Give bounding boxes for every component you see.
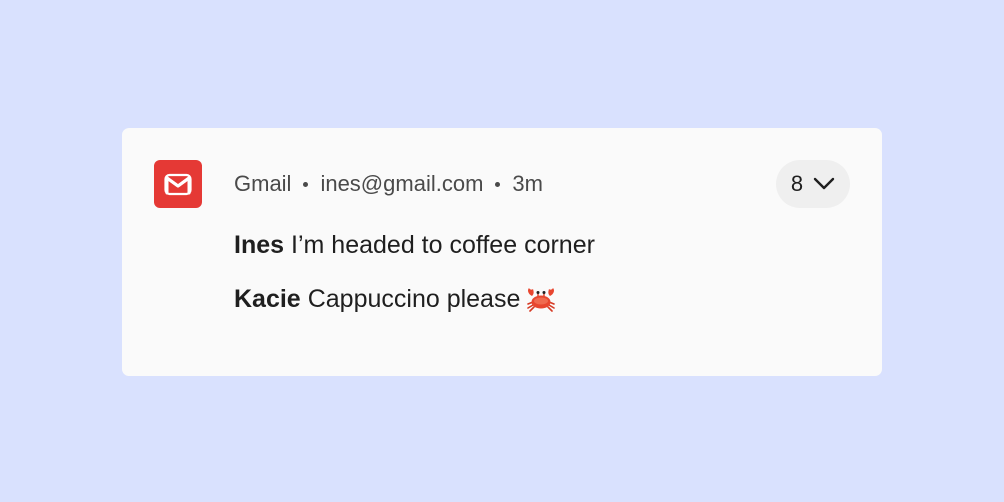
separator-dot	[495, 181, 501, 187]
notification-card[interactable]: Gmail ines@gmail.com 3m 8 Ines I’m heade…	[122, 128, 882, 376]
crab-emoji	[526, 286, 556, 312]
chevron-down-icon	[813, 177, 835, 191]
timestamp: 3m	[512, 171, 543, 196]
message-text: Cappuccino please	[307, 284, 521, 313]
message-count: 8	[790, 171, 804, 196]
expand-button[interactable]: 8	[776, 160, 850, 208]
app-name: Gmail	[234, 171, 292, 196]
account-email: ines@gmail.com	[320, 171, 484, 196]
message-sender: Kacie	[234, 284, 301, 313]
notification-header: Gmail ines@gmail.com 3m	[234, 170, 543, 198]
message-sender: Ines	[234, 230, 285, 259]
message-row: Ines I’m headed to coffee corner	[234, 228, 595, 262]
gmail-icon	[154, 160, 202, 208]
separator-dot	[303, 181, 309, 187]
message-row: Kacie Cappuccino please	[234, 282, 556, 316]
message-text: I’m headed to coffee corner	[291, 230, 595, 259]
